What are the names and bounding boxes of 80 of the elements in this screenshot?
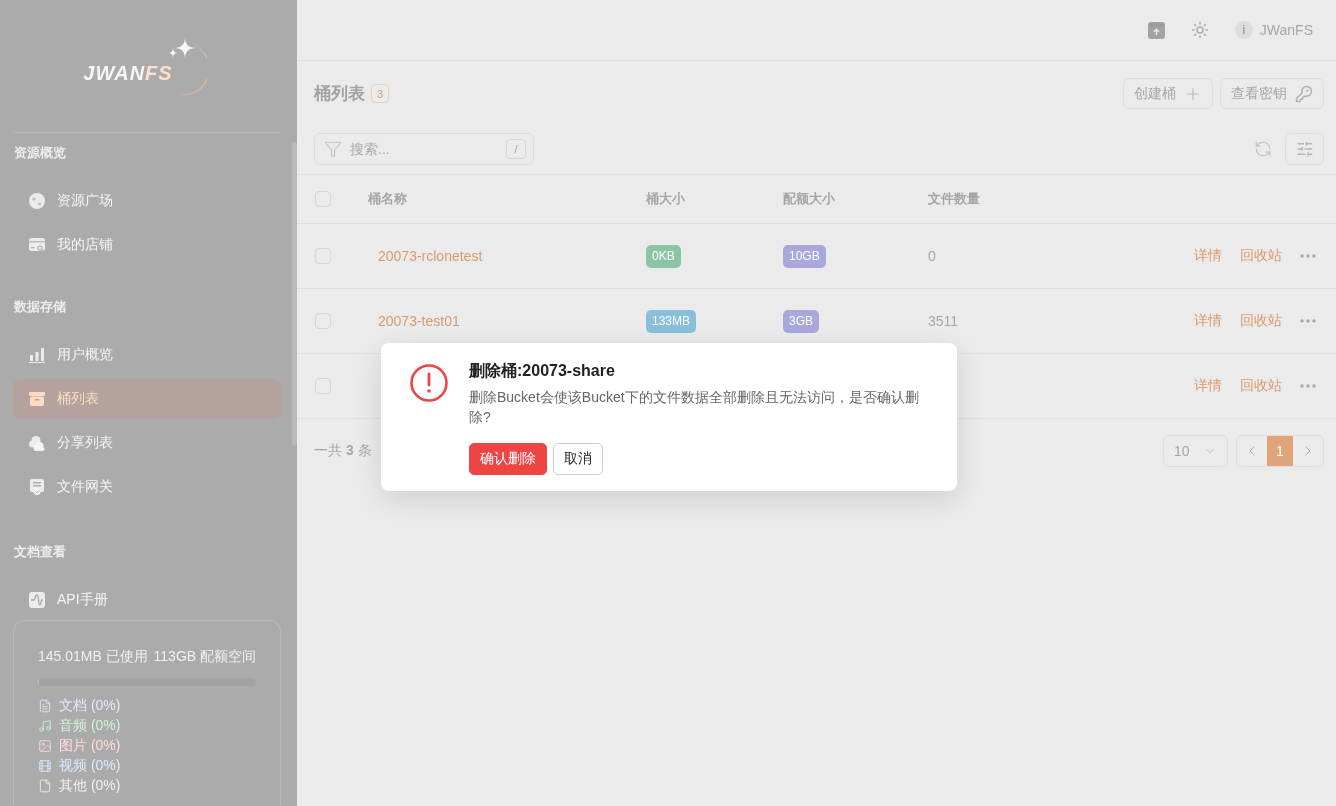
dialog-title: 删除桶:20073-share [469, 361, 616, 381]
quota-space-text: 113GB 配额空间 [153, 647, 256, 666]
row-action-link[interactable]: 详情 [1194, 312, 1222, 330]
file-count: 3511 [928, 313, 959, 329]
create-button[interactable]: 创建桶 [1123, 78, 1213, 109]
category-label: 其他 (0%) [59, 777, 121, 795]
more-button[interactable] [1300, 254, 1316, 258]
section-title: 资源概览 [13, 144, 66, 162]
upload-button[interactable] [1147, 21, 1165, 39]
document-check-icon [29, 479, 45, 495]
used-space-text: 145.01MB 已使用 [38, 647, 148, 666]
category-label: 音频 (0%) [59, 717, 121, 735]
ellipsis-icon [1300, 319, 1316, 323]
row-action-link[interactable]: 回收站 [1240, 377, 1282, 395]
key-icon [1295, 84, 1313, 103]
category-label: 视频 (0%) [59, 757, 121, 775]
column-header: 文件数量 [928, 190, 980, 208]
column-settings-button[interactable] [1285, 133, 1324, 165]
ellipsis-icon [1300, 384, 1316, 388]
view-keys-button[interactable]: 查看密钥 [1220, 78, 1324, 109]
more-button[interactable] [1300, 319, 1316, 323]
nav-item[interactable]: 分享列表 [13, 423, 281, 463]
refresh-button[interactable] [1254, 140, 1272, 158]
quota-size-tag: 3GB [783, 309, 819, 333]
sliders-icon [1295, 140, 1314, 158]
logo-text: JWANFS [83, 61, 173, 85]
confirm-delete-button[interactable]: 确认删除 [469, 443, 547, 475]
category-label: 图片 (0%) [59, 737, 121, 755]
bucket-name-link[interactable]: 20073-rclonetest [368, 248, 483, 264]
alert-circle-icon [410, 364, 448, 402]
image-icon [38, 739, 52, 753]
bucket-size-tag: 133MB [646, 309, 697, 333]
document-icon [38, 699, 52, 713]
music-note-icon [38, 719, 52, 733]
shortcut-key: / [506, 139, 526, 159]
file-icon [38, 779, 52, 793]
cloud-icon [29, 435, 45, 451]
more-button[interactable] [1300, 384, 1316, 388]
nav-item[interactable]: 桶列表 [13, 379, 281, 419]
count-badge: 3 [371, 84, 390, 103]
archive-box-icon [29, 391, 45, 407]
user-name[interactable]: JWanFS [1259, 22, 1313, 38]
nav-item[interactable]: 资源广场 [13, 181, 281, 221]
page-button[interactable]: 1 [1267, 436, 1293, 466]
file-count: 0 [928, 248, 936, 264]
bar-chart-icon [29, 347, 45, 363]
page-size-select[interactable]: 10 [1163, 435, 1228, 467]
nav-item[interactable]: 文件网关 [13, 467, 281, 507]
row-action-link[interactable]: 回收站 [1240, 247, 1282, 265]
nav-item[interactable]: API手册 [13, 580, 281, 620]
section-title: 数据存储 [13, 298, 66, 316]
film-icon [38, 759, 52, 773]
column-header: 桶名称 [368, 190, 407, 208]
ellipsis-icon [1300, 254, 1316, 258]
upload-icon [1147, 21, 1165, 39]
refresh-icon [1254, 140, 1272, 158]
nav-item[interactable]: 我的店铺 [13, 225, 281, 265]
bucket-size-tag: 0KB [646, 244, 681, 268]
dialog-message: 删除Bucket会使该Bucket下的文件数据全部删除且无法访问，是否确认删除? [469, 388, 920, 427]
column-header: 桶大小 [646, 190, 685, 208]
row-action-link[interactable]: 回收站 [1240, 312, 1282, 330]
row-action-link[interactable]: 详情 [1194, 377, 1222, 395]
section-title: 文档查看 [13, 543, 66, 561]
cancel-button[interactable]: 取消 [553, 443, 603, 475]
scrollbar-thumb[interactable] [292, 142, 297, 446]
total-count-text: 一共 3 条 [314, 442, 372, 460]
column-header: 配额大小 [783, 190, 835, 208]
nav-item[interactable]: 用户概览 [13, 335, 281, 375]
theme-button[interactable] [1190, 21, 1209, 39]
sun-icon [1190, 21, 1209, 39]
wave-square-icon [29, 592, 45, 608]
user-avatar[interactable]: i [1234, 21, 1253, 39]
filter-icon [324, 140, 342, 158]
category-label: 文档 (0%) [59, 697, 121, 715]
row-action-link[interactable]: 详情 [1194, 247, 1222, 265]
quota-size-tag: 10GB [783, 244, 826, 268]
page-title: 桶列表 [314, 83, 365, 105]
card-search-icon [29, 237, 45, 253]
globe-icon [29, 193, 45, 209]
bucket-name-link[interactable]: 20073-test01 [368, 313, 460, 329]
